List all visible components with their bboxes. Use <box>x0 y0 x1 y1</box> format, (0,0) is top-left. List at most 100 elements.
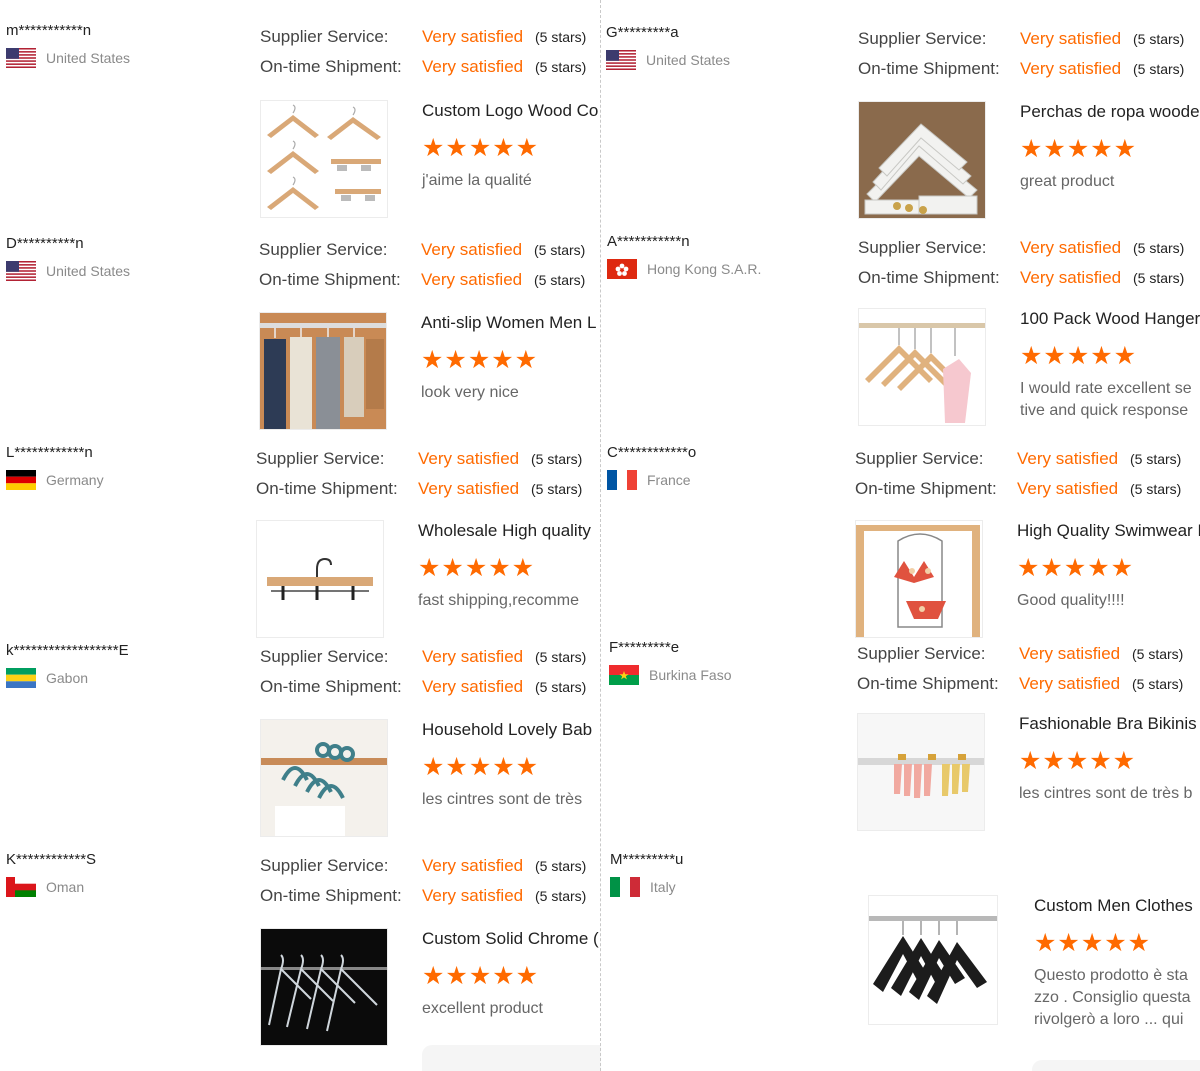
rating-label: Supplier Service: <box>256 449 385 468</box>
product-title[interactable]: Anti-slip Women Men L <box>421 312 601 334</box>
wood-hangers-rail-icon[interactable] <box>858 308 986 426</box>
rating-label: Supplier Service: <box>855 449 984 468</box>
us-flag-icon <box>6 261 36 281</box>
review-comment: j'aime la qualité <box>422 172 532 189</box>
product-title[interactable]: Custom Logo Wood Co <box>422 100 601 122</box>
buyer-location: France <box>607 470 696 490</box>
star-rating: ★★★★★ <box>422 134 540 162</box>
next-review-card <box>1032 1060 1200 1071</box>
review-comment: les cintres sont de très <box>422 791 583 808</box>
review-comment: fast shipping,recomme <box>418 592 579 609</box>
hong-kong-flag-icon <box>607 259 637 279</box>
shipment-rating: On-time Shipment: Very satisfied (5 stars) <box>260 52 586 82</box>
reviews-left-column: m***********n United States Supplier Ser… <box>0 0 601 1071</box>
rating-value: Very satisfied <box>422 57 524 76</box>
review-comment: excellent product <box>422 1000 543 1017</box>
italy-flag-icon <box>610 877 640 897</box>
shipment-rating: On-time Shipment: Very satisfied (5 stars) <box>858 263 1184 293</box>
rating-stars-text: (5 stars) <box>531 451 583 467</box>
product-text: Custom Solid Chrome ( ★★★★★ excellent pr… <box>422 928 601 1020</box>
review-comment: look very nice <box>421 384 519 401</box>
buyer-country: Oman <box>46 879 85 895</box>
review-card: G*********a United States Supplier Servi… <box>602 24 1200 229</box>
rating-value: Very satisfied <box>1019 644 1121 663</box>
supplier-service-rating: Supplier Service: Very satisfied (5 stars) <box>857 639 1183 669</box>
supplier-service-rating: Supplier Service: Very satisfied (5 stars) <box>858 24 1184 54</box>
germany-flag-icon <box>6 470 36 490</box>
supplier-service-rating: Supplier Service: Very satisfied (5 stars) <box>260 851 586 881</box>
review-card: K************S Oman Supplier Service: Ver… <box>0 851 601 1056</box>
buyer-name: A***********n <box>607 233 690 250</box>
rating-label: Supplier Service: <box>260 647 389 666</box>
product-title[interactable]: Fashionable Bra Bikinis <box>1019 713 1200 735</box>
pants-hanger-icon[interactable] <box>256 520 384 638</box>
star-rating: ★★★★★ <box>1020 342 1138 370</box>
shipment-rating: On-time Shipment: Very satisfied (5 stars) <box>260 881 586 911</box>
rating-list: Supplier Service: Very satisfied (5 stars)… <box>260 851 586 911</box>
rating-value: Very satisfied <box>1017 479 1119 498</box>
acrylic-hangers-icon[interactable] <box>260 928 388 1046</box>
shipment-rating: On-time Shipment: Very satisfied (5 stars) <box>256 474 582 504</box>
product-title[interactable]: Custom Men Clothes <box>1034 895 1200 917</box>
white-hangers-stack-icon[interactable] <box>858 101 986 219</box>
product-title[interactable]: Wholesale High quality <box>418 520 601 542</box>
buyer-country: Burkina Faso <box>649 667 732 683</box>
star-rating: ★★★★★ <box>418 554 536 582</box>
product-title[interactable]: Household Lovely Bab <box>422 719 601 741</box>
product-text: High Quality Swimwear H ★★★★★ Good quali… <box>1017 520 1200 612</box>
black-hangers-icon[interactable] <box>868 895 998 1025</box>
buyer-country: United States <box>46 50 131 66</box>
swimwear-hanger-icon[interactable] <box>855 520 983 638</box>
star-rating: ★★★★★ <box>422 962 540 990</box>
rating-label: Supplier Service: <box>260 856 389 875</box>
review-comment: I would rate excellent se tive and quick… <box>1020 380 1192 419</box>
supplier-service-rating: Supplier Service: Very satisfied (5 stars) <box>855 444 1181 474</box>
review-card: D**********n United States Supplier Serv… <box>0 235 601 440</box>
rating-value: Very satisfied <box>418 479 520 498</box>
buyer-info: G*********a United States <box>606 24 730 70</box>
buyer-country: Germany <box>46 472 104 488</box>
rating-label: Supplier Service: <box>858 238 987 257</box>
rating-value: Very satisfied <box>1017 449 1119 468</box>
rating-label: Supplier Service: <box>857 644 986 663</box>
product-title[interactable]: High Quality Swimwear H <box>1017 520 1200 542</box>
rating-value: Very satisfied <box>1020 238 1122 257</box>
rating-label: On-time Shipment: <box>858 268 1000 287</box>
product-text: Wholesale High quality ★★★★★ fast shippi… <box>418 520 601 612</box>
review-card: m***********n United States Supplier Ser… <box>0 22 601 227</box>
star-rating: ★★★★★ <box>1017 554 1135 582</box>
product-text: 100 Pack Wood Hanger ★★★★★ I would rate … <box>1020 308 1200 422</box>
buyer-name: k******************E <box>6 642 129 659</box>
product-title[interactable]: Custom Solid Chrome ( <box>422 928 601 950</box>
review-comment: great product <box>1020 173 1115 190</box>
review-card: C************o France Supplier Service: V… <box>602 444 1200 649</box>
review-card: M*********u Italy Custom Men Clothes ★★★… <box>602 851 1200 1071</box>
rating-value: Very satisfied <box>1020 29 1122 48</box>
closet-clothes-icon[interactable] <box>259 312 387 430</box>
product-text: Custom Men Clothes ★★★★★ Questo prodotto… <box>1034 895 1200 1031</box>
wood-hangers-icon[interactable] <box>260 100 388 218</box>
rating-label: On-time Shipment: <box>260 677 402 696</box>
product-title[interactable]: Perchas de ropa woode <box>1020 101 1200 123</box>
supplier-service-rating: Supplier Service: Very satisfied (5 stars) <box>259 235 585 265</box>
review-comment: Questo prodotto è sta zzo . Consiglio qu… <box>1034 967 1191 1028</box>
rating-stars-text: (5 stars) <box>1133 61 1185 77</box>
rating-list: Supplier Service: Very satisfied (5 stars)… <box>256 444 582 504</box>
reviews-right-column: G*********a United States Supplier Servi… <box>602 0 1200 1071</box>
baby-hangers-icon[interactable] <box>260 719 388 837</box>
rating-value: Very satisfied <box>1019 674 1121 693</box>
review-card: L************n Germany Supplier Service:… <box>0 444 601 649</box>
product-text: Fashionable Bra Bikinis ★★★★★ les cintre… <box>1019 713 1200 805</box>
star-rating: ★★★★★ <box>1020 135 1138 163</box>
buyer-location: Hong Kong S.A.R. <box>607 259 761 279</box>
buyer-country: United States <box>646 52 731 68</box>
product-title[interactable]: 100 Pack Wood Hanger <box>1020 308 1200 330</box>
buyer-info: m***********n United States <box>6 22 130 68</box>
rating-stars-text: (5 stars) <box>1132 676 1184 692</box>
rating-stars-text: (5 stars) <box>534 242 586 258</box>
buyer-location: Italy <box>610 877 683 897</box>
rating-value: Very satisfied <box>1020 268 1122 287</box>
rating-stars-text: (5 stars) <box>1130 451 1182 467</box>
bikini-hangers-icon[interactable] <box>857 713 985 831</box>
buyer-location: United States <box>6 48 130 68</box>
